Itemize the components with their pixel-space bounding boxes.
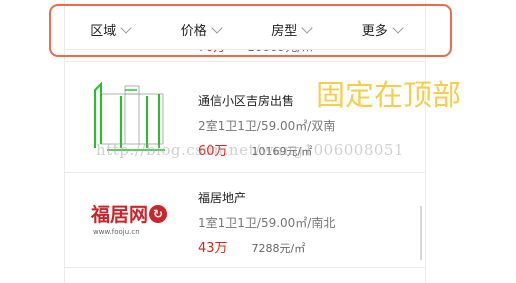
filter-bar: 区域 价格 房型 更多: [65, 10, 426, 50]
fooju-logo: 福居网 ↻: [91, 200, 168, 227]
filter-region-label: 区域: [90, 24, 117, 39]
fooju-logo-text: 福居网: [91, 204, 149, 226]
filter-price-label: 价格: [180, 24, 207, 39]
fooju-logo-image: 福居网 ↻ www.fooju.cn: [91, 179, 181, 257]
filter-layout-label: 房型: [271, 24, 298, 39]
chevron-down-icon: [392, 21, 404, 34]
listing-info: 福居地产 1室1卫1卫/59.00㎡/南北 43万 7288元/㎡: [198, 189, 335, 256]
scrollbar[interactable]: [420, 206, 422, 260]
listing-price: 43万: [198, 241, 228, 256]
fooju-logo-url: www.fooju.cn: [93, 228, 140, 236]
listing-price-row: 43万 7288元/㎡: [198, 237, 335, 256]
watermark: http://blog.csdn.net/wang1006008051: [96, 141, 405, 159]
chevron-down-icon: [301, 21, 313, 34]
filter-more-label: 更多: [361, 24, 388, 39]
chevron-down-icon: [211, 21, 223, 34]
annotation-text: 固定在顶部: [316, 78, 462, 112]
filter-layout[interactable]: 房型: [246, 20, 337, 39]
listing-item[interactable]: 福居网 ↻ www.fooju.cn 福居地产 1室1卫1卫/59.00㎡/南北…: [65, 173, 425, 267]
listing-unit-price: 7288元/㎡: [251, 242, 306, 255]
listing-title: 通信小区吉房出售: [198, 94, 295, 108]
listing-specs: 1室1卫1卫/59.00㎡/南北: [198, 216, 336, 230]
filter-price[interactable]: 价格: [156, 20, 247, 39]
divider: [65, 267, 425, 268]
filter-more[interactable]: 更多: [337, 20, 426, 39]
listing-title: 福居地产: [198, 191, 247, 205]
fooju-logo-mark: ↻: [149, 204, 168, 223]
chevron-down-icon: [120, 21, 132, 34]
listing-specs: 2室1卫1卫/59.00㎡/双南: [198, 119, 336, 133]
filter-region[interactable]: 区域: [65, 20, 156, 39]
